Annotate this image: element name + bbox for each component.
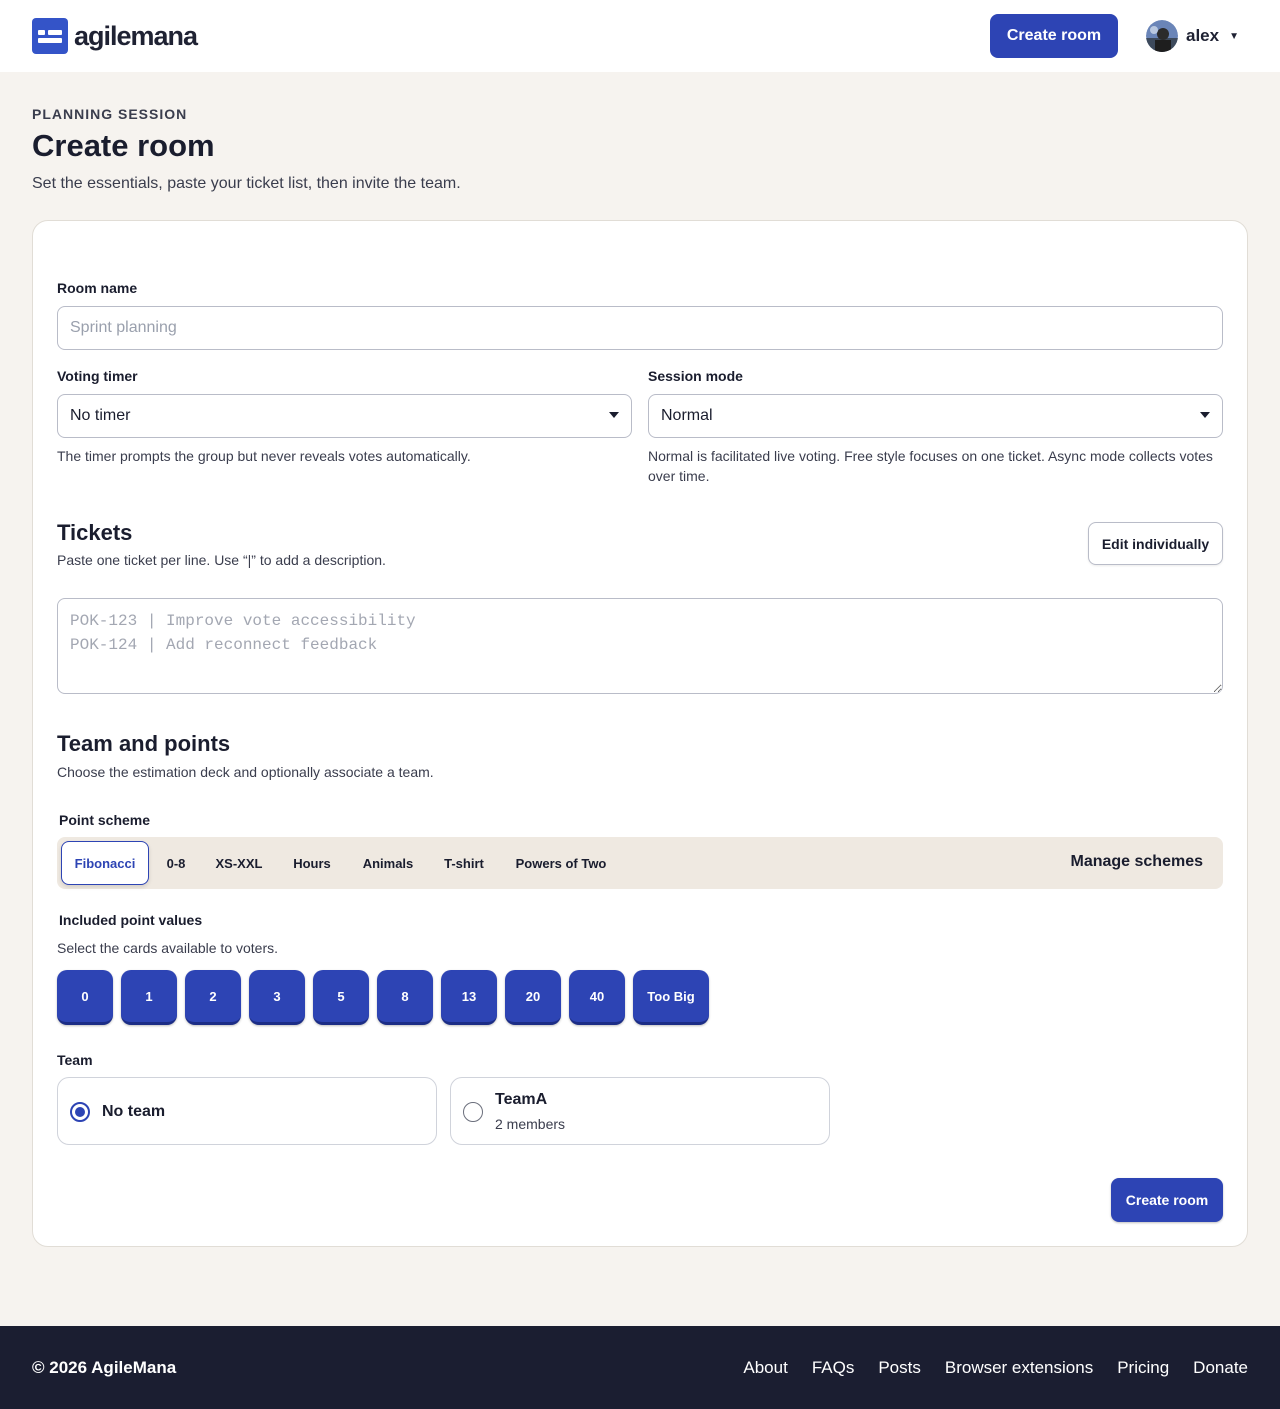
page-eyebrow: PLANNING SESSION [32, 106, 188, 122]
footer-link-posts[interactable]: Posts [878, 1358, 921, 1378]
point-card-20[interactable]: 20 [505, 970, 561, 1025]
point-scheme-label: Point scheme [59, 812, 151, 828]
manage-schemes-link[interactable]: Manage schemes [1070, 853, 1203, 871]
footer-link-browser-extensions[interactable]: Browser extensions [945, 1358, 1093, 1378]
tickets-subtitle: Paste one ticket per line. Use “|” to ad… [57, 552, 386, 568]
scheme-tab-xs-xxl[interactable]: XS-XXL [205, 841, 273, 885]
dropdown-arrow-icon [1200, 412, 1210, 418]
session-mode-help: Normal is facilitated live voting. Free … [648, 448, 1213, 484]
voting-timer-select[interactable]: No timer [57, 394, 632, 438]
scheme-tab-fibonacci[interactable]: Fibonacci [61, 841, 149, 885]
included-values-help: Select the cards available to voters. [57, 940, 279, 956]
room-name-input[interactable] [57, 306, 1223, 350]
user-name: alex [1186, 26, 1220, 45]
brand-logo[interactable]: agilemana [32, 18, 198, 54]
voting-timer-help: The timer prompts the group but never re… [57, 448, 471, 464]
user-menu[interactable]: alex ▼ [1146, 20, 1239, 52]
team-option-members: 2 members [495, 1116, 566, 1132]
top-header: agilemana Create room alex ▼ [0, 0, 1280, 72]
point-card-2[interactable]: 2 [185, 970, 241, 1025]
radio-unselected-icon[interactable] [463, 1102, 483, 1122]
session-mode-value: Normal [661, 407, 713, 424]
page-subtitle: Set the essentials, paste your ticket li… [32, 175, 461, 192]
point-values-list: 0 1 2 3 5 8 13 20 40 Too Big [57, 970, 717, 1025]
avatar [1146, 20, 1178, 52]
footer-copyright: © 2026 AgileMana [32, 1358, 177, 1377]
create-room-card: Room name Voting timer No timer The time… [32, 220, 1248, 1247]
scheme-tab-animals[interactable]: Animals [351, 841, 425, 885]
radio-selected-icon[interactable] [70, 1102, 90, 1122]
point-card-too-big[interactable]: Too Big [633, 970, 709, 1025]
point-scheme-tabs: Fibonacci 0-8 XS-XXL Hours Animals T-shi… [57, 837, 1223, 889]
scheme-tab-powers-of-two[interactable]: Powers of Two [503, 841, 619, 885]
tickets-textarea[interactable] [57, 598, 1223, 694]
tickets-title: Tickets [57, 520, 133, 545]
room-name-label: Room name [57, 280, 138, 296]
footer-nav: About FAQs Posts Browser extensions Pric… [719, 1358, 1248, 1378]
session-mode-label: Session mode [648, 368, 743, 384]
page-title: Create room [32, 128, 215, 163]
scheme-tab-hours[interactable]: Hours [283, 841, 341, 885]
caret-down-icon: ▼ [1229, 30, 1239, 42]
brand-name: agilemana [74, 20, 198, 51]
scheme-tab-0-8[interactable]: 0-8 [157, 841, 195, 885]
dropdown-arrow-icon [609, 412, 619, 418]
team-points-subtitle: Choose the estimation deck and optionall… [57, 764, 434, 780]
team-option-name: TeamA [495, 1091, 548, 1108]
team-label: Team [57, 1052, 93, 1068]
team-option-teama[interactable]: TeamA 2 members [450, 1077, 830, 1145]
footer-link-faqs[interactable]: FAQs [812, 1358, 855, 1378]
edit-individually-button[interactable]: Edit individually [1088, 522, 1223, 565]
voting-timer-value: No timer [70, 407, 131, 424]
footer-link-donate[interactable]: Donate [1193, 1358, 1248, 1378]
point-card-1[interactable]: 1 [121, 970, 177, 1025]
point-card-40[interactable]: 40 [569, 970, 625, 1025]
team-option-no-team[interactable]: No team [57, 1077, 437, 1145]
logo-icon [32, 18, 68, 54]
page-footer: © 2026 AgileMana About FAQs Posts Browse… [0, 1326, 1280, 1409]
voting-timer-label: Voting timer [57, 368, 138, 384]
footer-link-pricing[interactable]: Pricing [1117, 1358, 1169, 1378]
session-mode-select[interactable]: Normal [648, 394, 1223, 438]
team-points-title: Team and points [57, 731, 231, 756]
included-values-label: Included point values [59, 912, 203, 928]
point-card-13[interactable]: 13 [441, 970, 497, 1025]
point-card-5[interactable]: 5 [313, 970, 369, 1025]
header-create-room-button[interactable]: Create room [990, 14, 1118, 58]
create-room-submit-button[interactable]: Create room [1111, 1178, 1223, 1222]
point-card-8[interactable]: 8 [377, 970, 433, 1025]
point-card-3[interactable]: 3 [249, 970, 305, 1025]
scheme-tab-t-shirt[interactable]: T-shirt [435, 841, 493, 885]
footer-link-about[interactable]: About [743, 1358, 787, 1378]
team-option-name: No team [102, 1103, 166, 1120]
point-card-0[interactable]: 0 [57, 970, 113, 1025]
